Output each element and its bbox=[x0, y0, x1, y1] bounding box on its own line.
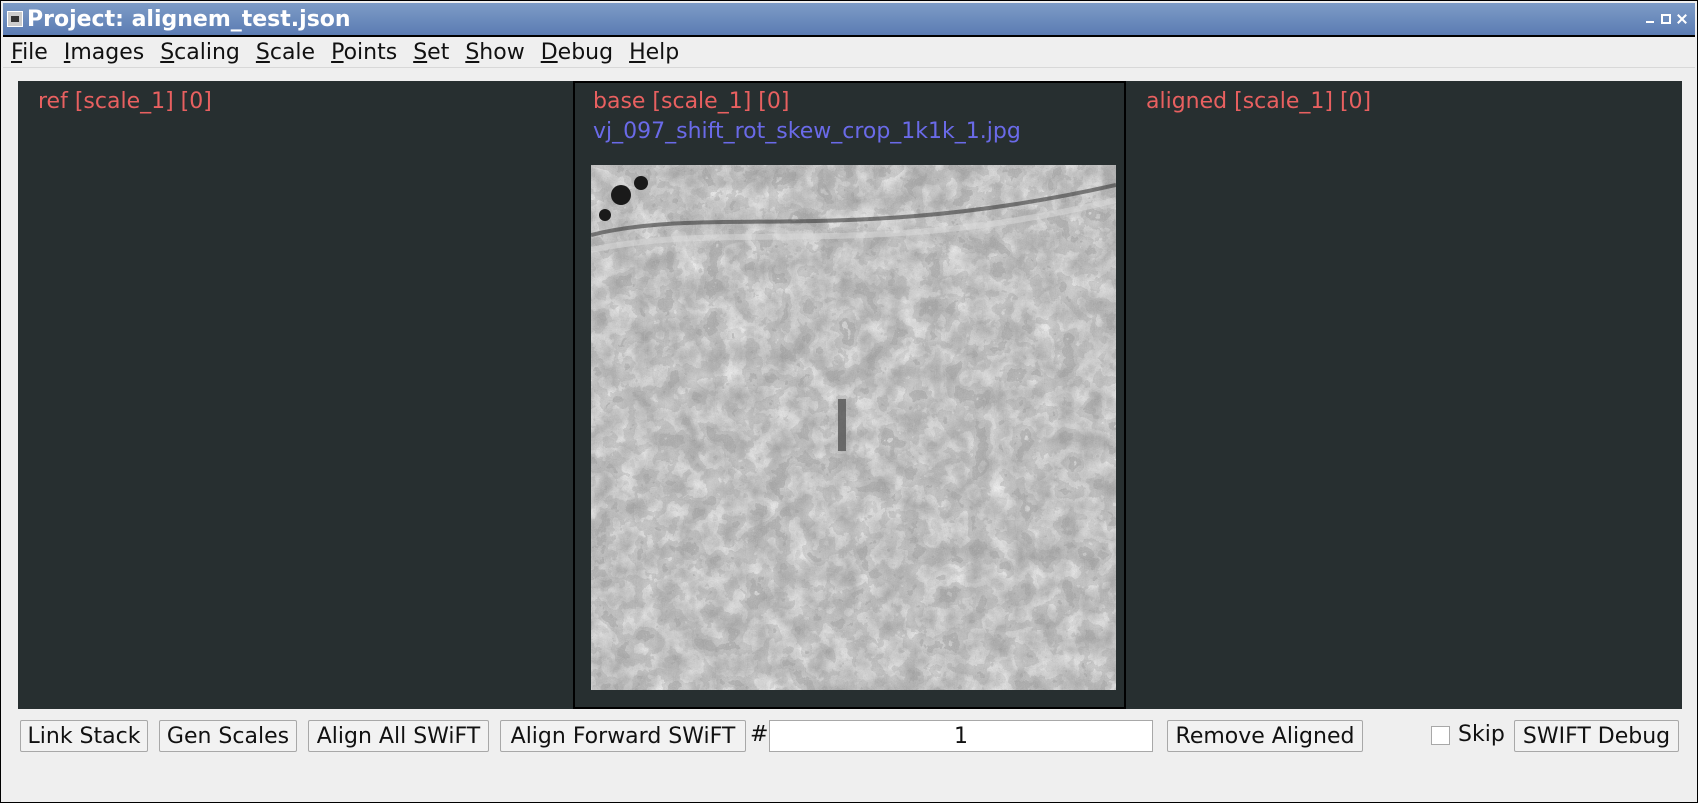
image-panes: ref [scale_1] [0] base [scale_1] [0] vj_… bbox=[18, 81, 1682, 709]
menu-help-rest: elp bbox=[645, 39, 680, 65]
base-pane[interactable]: base [scale_1] [0] vj_097_shift_rot_skew… bbox=[573, 81, 1126, 709]
control-bar: Link Stack Gen Scales Align All SWiFT Al… bbox=[1, 717, 1697, 757]
base-pane-filename: vj_097_shift_rot_skew_crop_1k1k_1.jpg bbox=[593, 119, 1021, 144]
em-micrograph-image[interactable] bbox=[591, 165, 1116, 690]
swift-debug-button[interactable]: SWIFT Debug bbox=[1514, 720, 1679, 752]
gen-scales-button[interactable]: Gen Scales bbox=[159, 720, 297, 752]
ref-pane[interactable]: ref [scale_1] [0] bbox=[18, 81, 573, 709]
menu-scaling-rest: caling bbox=[174, 39, 240, 65]
maximize-icon[interactable] bbox=[1661, 14, 1671, 24]
menu-debug-rest: ebug bbox=[557, 39, 614, 65]
aligned-pane[interactable]: aligned [scale_1] [0] bbox=[1126, 81, 1682, 709]
base-pane-label: base [scale_1] [0] bbox=[593, 89, 790, 114]
skip-label[interactable]: Skip bbox=[1458, 722, 1505, 747]
menu-scaling[interactable]: Scaling bbox=[152, 40, 248, 65]
menu-show[interactable]: Show bbox=[457, 40, 532, 65]
menu-images-rest: mages bbox=[70, 39, 145, 65]
link-stack-button[interactable]: Link Stack bbox=[20, 720, 148, 752]
menu-bar: File Images Scaling Scale Points Set Sho… bbox=[3, 37, 1695, 68]
align-all-swift-button[interactable]: Align All SWiFT bbox=[308, 720, 489, 752]
menu-set-rest: et bbox=[427, 39, 450, 65]
menu-file[interactable]: File bbox=[3, 40, 56, 65]
window-menu-icon[interactable] bbox=[7, 11, 23, 27]
count-input[interactable]: 1 bbox=[769, 720, 1153, 752]
menu-scale-rest: cale bbox=[269, 39, 316, 65]
title-bar[interactable]: Project: alignem_test.json bbox=[3, 3, 1695, 37]
ref-pane-label: ref [scale_1] [0] bbox=[38, 89, 212, 114]
window-title: Project: alignem_test.json bbox=[27, 6, 351, 32]
menu-images[interactable]: Images bbox=[56, 40, 152, 65]
menu-points-rest: oints bbox=[343, 39, 398, 65]
remove-aligned-button[interactable]: Remove Aligned bbox=[1167, 720, 1363, 752]
count-hash-label: # bbox=[750, 722, 769, 747]
menu-file-rest: ile bbox=[22, 39, 48, 65]
menu-debug[interactable]: Debug bbox=[533, 40, 621, 65]
close-icon[interactable] bbox=[1677, 14, 1687, 24]
menu-help[interactable]: Help bbox=[621, 40, 687, 65]
menu-set[interactable]: Set bbox=[405, 40, 457, 65]
align-forward-swift-button[interactable]: Align Forward SWiFT bbox=[500, 720, 746, 752]
menu-show-rest: how bbox=[479, 39, 525, 65]
main-window: Project: alignem_test.json File Images S… bbox=[0, 0, 1698, 803]
skip-checkbox[interactable] bbox=[1431, 726, 1450, 745]
minimize-icon[interactable] bbox=[1645, 14, 1655, 24]
aligned-pane-label: aligned [scale_1] [0] bbox=[1146, 89, 1372, 114]
menu-points[interactable]: Points bbox=[323, 40, 405, 65]
menu-scale[interactable]: Scale bbox=[248, 40, 323, 65]
